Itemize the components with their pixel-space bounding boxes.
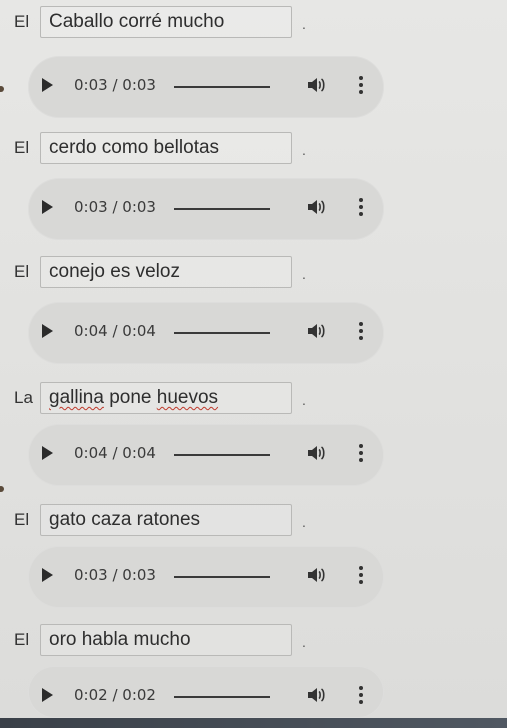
audio-player[interactable]: 0:03 / 0:03	[28, 178, 384, 240]
time-display: 0:04 / 0:04	[74, 444, 156, 462]
progress-bar[interactable]	[174, 86, 270, 88]
article-label: El	[14, 630, 30, 649]
sentence-row: El conejo es veloz .	[0, 254, 507, 290]
audio-player[interactable]: 0:03 / 0:03	[28, 546, 384, 608]
volume-icon[interactable]	[306, 685, 326, 705]
article-label: El	[14, 262, 30, 281]
volume-icon[interactable]	[306, 75, 326, 95]
more-vertical-icon[interactable]	[358, 684, 364, 706]
play-icon[interactable]	[42, 200, 53, 214]
play-icon[interactable]	[42, 324, 53, 338]
volume-icon[interactable]	[306, 321, 326, 341]
edge-mark	[0, 486, 4, 492]
audio-player[interactable]: 0:04 / 0:04	[28, 302, 384, 364]
time-display: 0:03 / 0:03	[74, 566, 156, 584]
article-label: El	[14, 510, 30, 529]
play-icon[interactable]	[42, 568, 53, 582]
sentence-row: La gallina pone huevos .	[0, 380, 507, 416]
answer-input[interactable]: conejo es veloz	[40, 256, 292, 288]
progress-bar[interactable]	[174, 332, 270, 334]
sentence-row: El oro habla mucho .	[0, 622, 507, 658]
audio-player[interactable]: 0:02 / 0:02	[28, 666, 384, 718]
progress-bar[interactable]	[174, 454, 270, 456]
article-label: La	[14, 388, 33, 407]
progress-bar[interactable]	[174, 208, 270, 210]
sentence-period: .	[302, 514, 306, 530]
answer-input[interactable]: oro habla mucho	[40, 624, 292, 656]
misspelled-word: gallina	[49, 387, 104, 408]
more-vertical-icon[interactable]	[358, 74, 364, 96]
time-display: 0:03 / 0:03	[74, 198, 156, 216]
play-icon[interactable]	[42, 446, 53, 460]
progress-bar[interactable]	[174, 696, 270, 698]
time-display: 0:04 / 0:04	[74, 322, 156, 340]
audio-player[interactable]: 0:04 / 0:04	[28, 424, 384, 486]
time-display: 0:03 / 0:03	[74, 76, 156, 94]
more-vertical-icon[interactable]	[358, 196, 364, 218]
progress-bar[interactable]	[174, 576, 270, 578]
volume-icon[interactable]	[306, 197, 326, 217]
answer-text: pone	[103, 387, 157, 408]
answer-input[interactable]: gato caza ratones	[40, 504, 292, 536]
sentence-period: .	[302, 634, 306, 650]
sentence-period: .	[302, 16, 306, 32]
sentence-period: .	[302, 142, 306, 158]
answer-input[interactable]: gallina pone huevos	[40, 382, 292, 414]
screen-bottom-edge	[0, 718, 507, 728]
time-display: 0:02 / 0:02	[74, 686, 156, 704]
edge-mark	[0, 86, 4, 92]
sentence-row: El cerdo como bellotas .	[0, 130, 507, 166]
answer-input[interactable]: cerdo como bellotas	[40, 132, 292, 164]
play-icon[interactable]	[42, 78, 53, 92]
answer-input[interactable]: Caballo corré mucho	[40, 6, 292, 38]
volume-icon[interactable]	[306, 565, 326, 585]
misspelled-word: huevos	[156, 387, 219, 408]
audio-player[interactable]: 0:03 / 0:03	[28, 56, 384, 118]
sentence-row: El gato caza ratones .	[0, 502, 507, 538]
volume-icon[interactable]	[306, 443, 326, 463]
more-vertical-icon[interactable]	[358, 442, 364, 464]
play-icon[interactable]	[42, 688, 53, 702]
more-vertical-icon[interactable]	[358, 320, 364, 342]
sentence-period: .	[302, 392, 306, 408]
more-vertical-icon[interactable]	[358, 564, 364, 586]
article-label: El	[14, 138, 30, 157]
article-label: El	[14, 12, 30, 31]
sentence-period: .	[302, 266, 306, 282]
sentence-row: El Caballo corré mucho .	[0, 4, 507, 40]
